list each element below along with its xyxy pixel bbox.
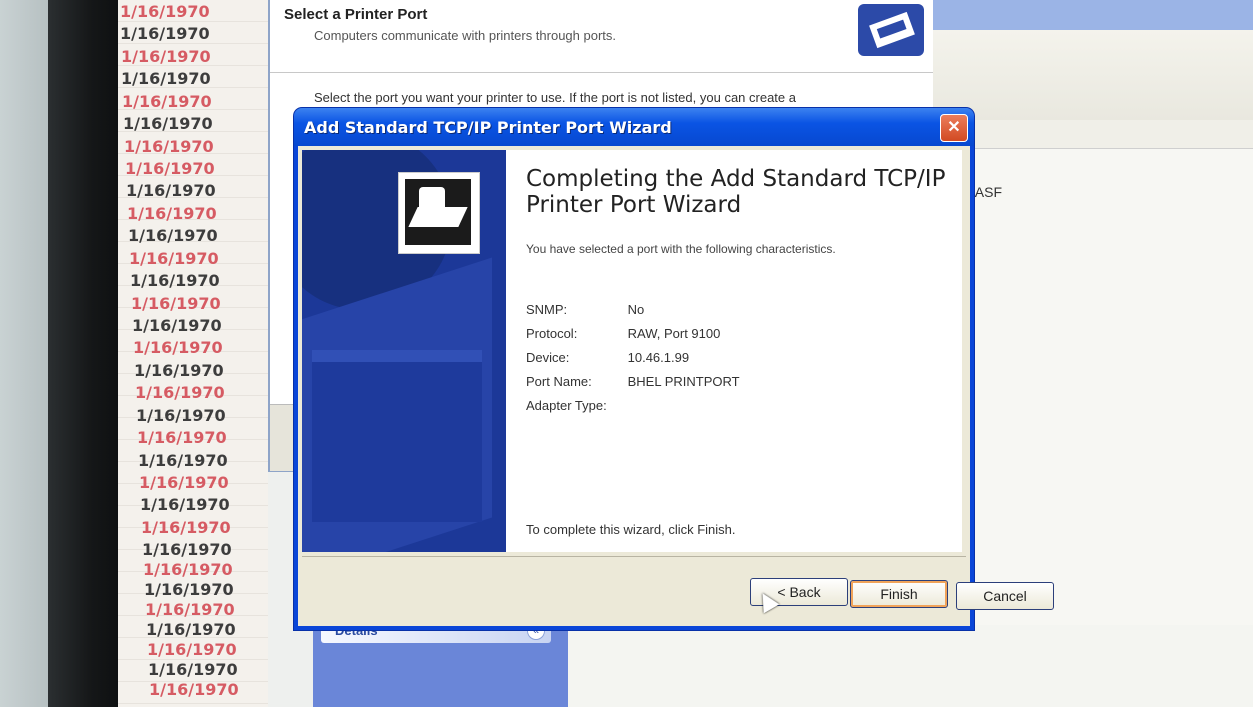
dialog-body: Completing the Add Standard TCP/IP Print… <box>298 146 1054 626</box>
wizard-printer-icon <box>398 172 480 254</box>
screen: 1/16/1970 1/16/1970 1/16/1970 1/16/1970 … <box>118 0 1253 707</box>
date-cell: 1/16/1970 <box>141 518 231 537</box>
wizard-heading: Completing the Add Standard TCP/IP Print… <box>526 166 946 218</box>
property-row: Protocol: RAW, Port 9100 <box>526 326 720 341</box>
date-cell: 1/16/1970 <box>132 316 222 335</box>
date-cell: 1/16/1970 <box>122 92 212 111</box>
date-cell: 1/16/1970 <box>127 204 217 223</box>
tcpip-wizard-dialog: Add Standard TCP/IP Printer Port Wizard … <box>294 108 1054 630</box>
date-cell: 1/16/1970 <box>134 361 224 380</box>
property-value: BHEL PRINTPORT <box>627 374 740 389</box>
banner-shape <box>312 350 482 522</box>
date-cell: 1/16/1970 <box>135 383 225 402</box>
date-cell: 1/16/1970 <box>149 680 239 699</box>
property-value: RAW, Port 9100 <box>627 326 721 341</box>
date-cell: 1/16/1970 <box>131 294 221 313</box>
date-cell: 1/16/1970 <box>142 540 232 559</box>
property-row: Device: 10.46.1.99 <box>526 350 689 365</box>
dialog-titlebar[interactable]: Add Standard TCP/IP Printer Port Wizard … <box>294 108 974 146</box>
wizard-content: Completing the Add Standard TCP/IP Print… <box>506 150 962 552</box>
explorer-titlebar <box>933 0 1253 30</box>
background-wizard-instruction: Select the port you want your printer to… <box>314 90 796 105</box>
date-cell: 1/16/1970 <box>125 159 215 178</box>
printer-icon <box>858 4 924 56</box>
date-column: 1/16/1970 1/16/1970 1/16/1970 1/16/1970 … <box>118 0 268 707</box>
date-cell: 1/16/1970 <box>120 2 210 21</box>
date-cell: 1/16/1970 <box>124 137 214 156</box>
date-cell: 1/16/1970 <box>133 338 223 357</box>
property-key: Port Name: <box>526 374 592 389</box>
date-cell: 1/16/1970 <box>121 69 211 88</box>
background-wizard-title: Select a Printer Port <box>284 6 428 23</box>
date-cell: 1/16/1970 <box>123 114 213 133</box>
date-cell: 1/16/1970 <box>143 560 233 579</box>
property-value: 10.46.1.99 <box>627 350 690 365</box>
property-key: SNMP: <box>526 302 568 317</box>
dialog-title: Add Standard TCP/IP Printer Port Wizard <box>304 118 672 137</box>
monitor-bezel <box>48 0 120 707</box>
property-row: Adapter Type: <box>526 398 624 413</box>
date-cell: 1/16/1970 <box>128 226 218 245</box>
explorer-toolbar <box>933 30 1253 120</box>
property-key: Adapter Type: <box>526 398 607 413</box>
date-cell: 1/16/1970 <box>144 580 234 599</box>
date-cell: 1/16/1970 <box>148 660 238 679</box>
wizard-side-banner <box>302 150 506 552</box>
property-key: Protocol: <box>526 326 578 341</box>
close-icon[interactable]: ✕ <box>940 114 968 142</box>
finish-button[interactable]: Finish <box>850 580 948 608</box>
date-cell: 1/16/1970 <box>120 24 210 43</box>
date-cell: 1/16/1970 <box>130 271 220 290</box>
explorer-address-bar <box>933 120 1253 149</box>
date-cell: 1/16/1970 <box>147 640 237 659</box>
property-key: Device: <box>526 350 570 365</box>
button-separator <box>302 556 966 557</box>
date-cell: 1/16/1970 <box>129 249 219 268</box>
date-cell: 1/16/1970 <box>136 406 226 425</box>
date-cell: 1/16/1970 <box>139 473 229 492</box>
content-area <box>568 625 1253 707</box>
property-row: SNMP: No <box>526 302 644 317</box>
date-cell: 1/16/1970 <box>140 495 230 514</box>
cancel-button[interactable]: Cancel <box>956 582 1054 610</box>
date-cell: 1/16/1970 <box>146 620 236 639</box>
background-wizard-header: Select a Printer Port Computers communic… <box>270 0 935 73</box>
wizard-printer-icon-tray <box>408 207 468 227</box>
property-value: No <box>627 302 645 317</box>
finish-note: To complete this wizard, click Finish. <box>526 522 736 537</box>
property-row: Port Name: BHEL PRINTPORT <box>526 374 740 389</box>
date-cell: 1/16/1970 <box>137 428 227 447</box>
background-wizard-subtitle: Computers communicate with printers thro… <box>314 28 617 43</box>
date-cell: 1/16/1970 <box>126 181 216 200</box>
date-cell: 1/16/1970 <box>121 47 211 66</box>
date-cell: 1/16/1970 <box>145 600 235 619</box>
wizard-intro: You have selected a port with the follow… <box>526 242 836 256</box>
date-cell: 1/16/1970 <box>138 451 228 470</box>
